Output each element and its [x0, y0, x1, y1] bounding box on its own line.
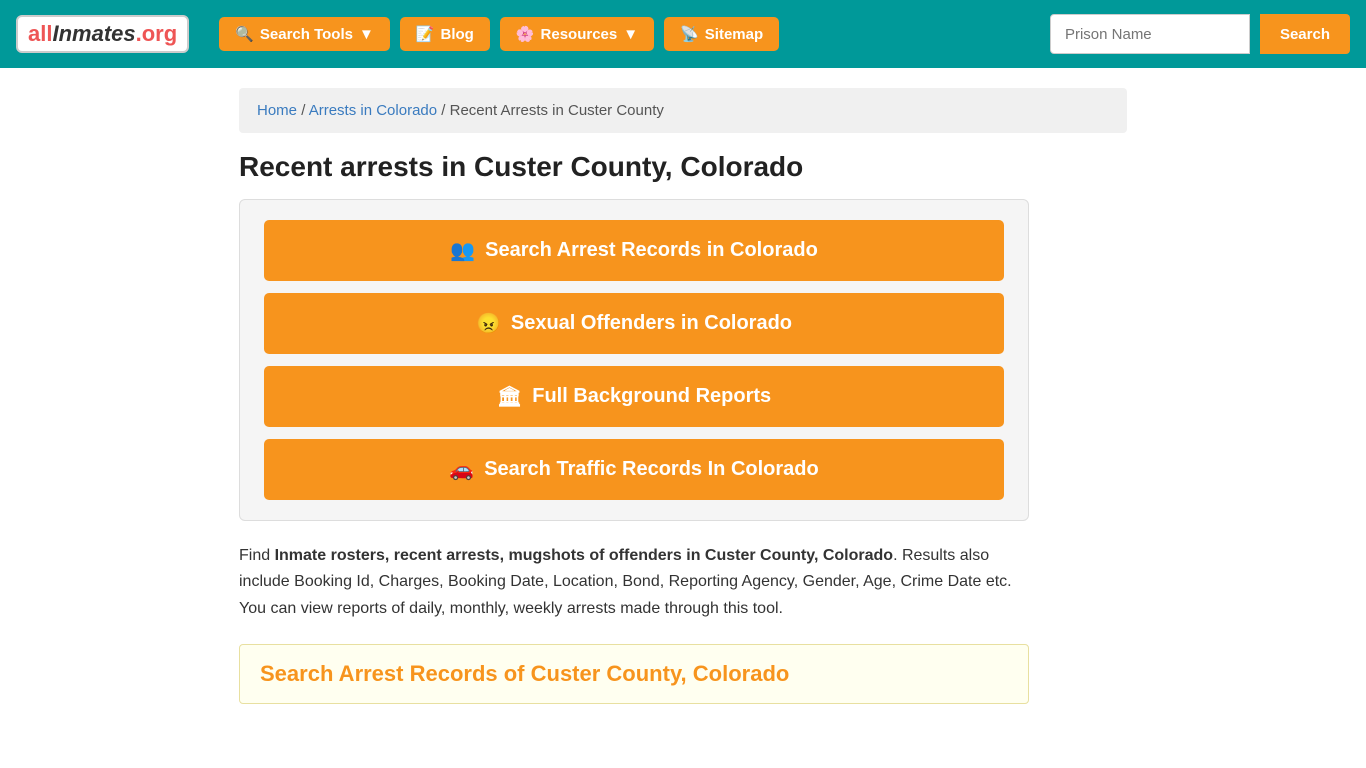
- blog-icon: 📝: [416, 25, 435, 43]
- page-title: Recent arrests in Custer County, Colorad…: [239, 151, 1127, 183]
- search-tools-button[interactable]: 🔍 Search Tools ▼: [219, 17, 390, 51]
- prison-name-input[interactable]: [1050, 14, 1250, 54]
- site-logo[interactable]: allInmates.org: [16, 15, 189, 53]
- resources-button[interactable]: 🌸 Resources ▼: [500, 17, 654, 51]
- arrest-records-button[interactable]: 👥 Search Arrest Records in Colorado: [264, 220, 1004, 281]
- logo-org: .org: [136, 21, 178, 46]
- traffic-records-icon: 🚗: [449, 457, 474, 482]
- search-tools-icon: 🔍: [235, 25, 254, 43]
- section-heading-box: Search Arrest Records of Custer County, …: [239, 644, 1029, 704]
- background-reports-button[interactable]: 🏛 Full Background Reports: [264, 366, 1004, 427]
- chevron-down-icon: ▼: [359, 26, 374, 43]
- breadcrumb-home[interactable]: Home: [257, 102, 297, 119]
- traffic-records-button[interactable]: 🚗 Search Traffic Records In Colorado: [264, 439, 1004, 500]
- sitemap-icon: 📡: [680, 25, 699, 43]
- chevron-down-icon-resources: ▼: [623, 26, 638, 43]
- action-card: 👥 Search Arrest Records in Colorado 😠 Se…: [239, 199, 1029, 521]
- breadcrumb-arrests[interactable]: Arrests in Colorado: [309, 102, 437, 119]
- sexual-offenders-button[interactable]: 😠 Sexual Offenders in Colorado: [264, 293, 1004, 354]
- nav-search-button[interactable]: Search: [1260, 14, 1350, 54]
- section-heading: Search Arrest Records of Custer County, …: [260, 661, 1008, 687]
- arrest-records-icon: 👥: [450, 238, 475, 263]
- logo-inmates: Inmates: [52, 21, 135, 46]
- background-reports-icon: 🏛: [497, 384, 522, 409]
- blog-button[interactable]: 📝 Blog: [400, 17, 490, 51]
- description-text: Find Inmate rosters, recent arrests, mug…: [239, 543, 1029, 622]
- breadcrumb: Home / Arrests in Colorado / Recent Arre…: [239, 88, 1127, 133]
- sexual-offenders-icon: 😠: [476, 311, 501, 336]
- resources-icon: 🌸: [516, 25, 535, 43]
- sitemap-button[interactable]: 📡 Sitemap: [664, 17, 779, 51]
- logo-all: all: [28, 21, 52, 46]
- breadcrumb-current: Recent Arrests in Custer County: [450, 102, 664, 119]
